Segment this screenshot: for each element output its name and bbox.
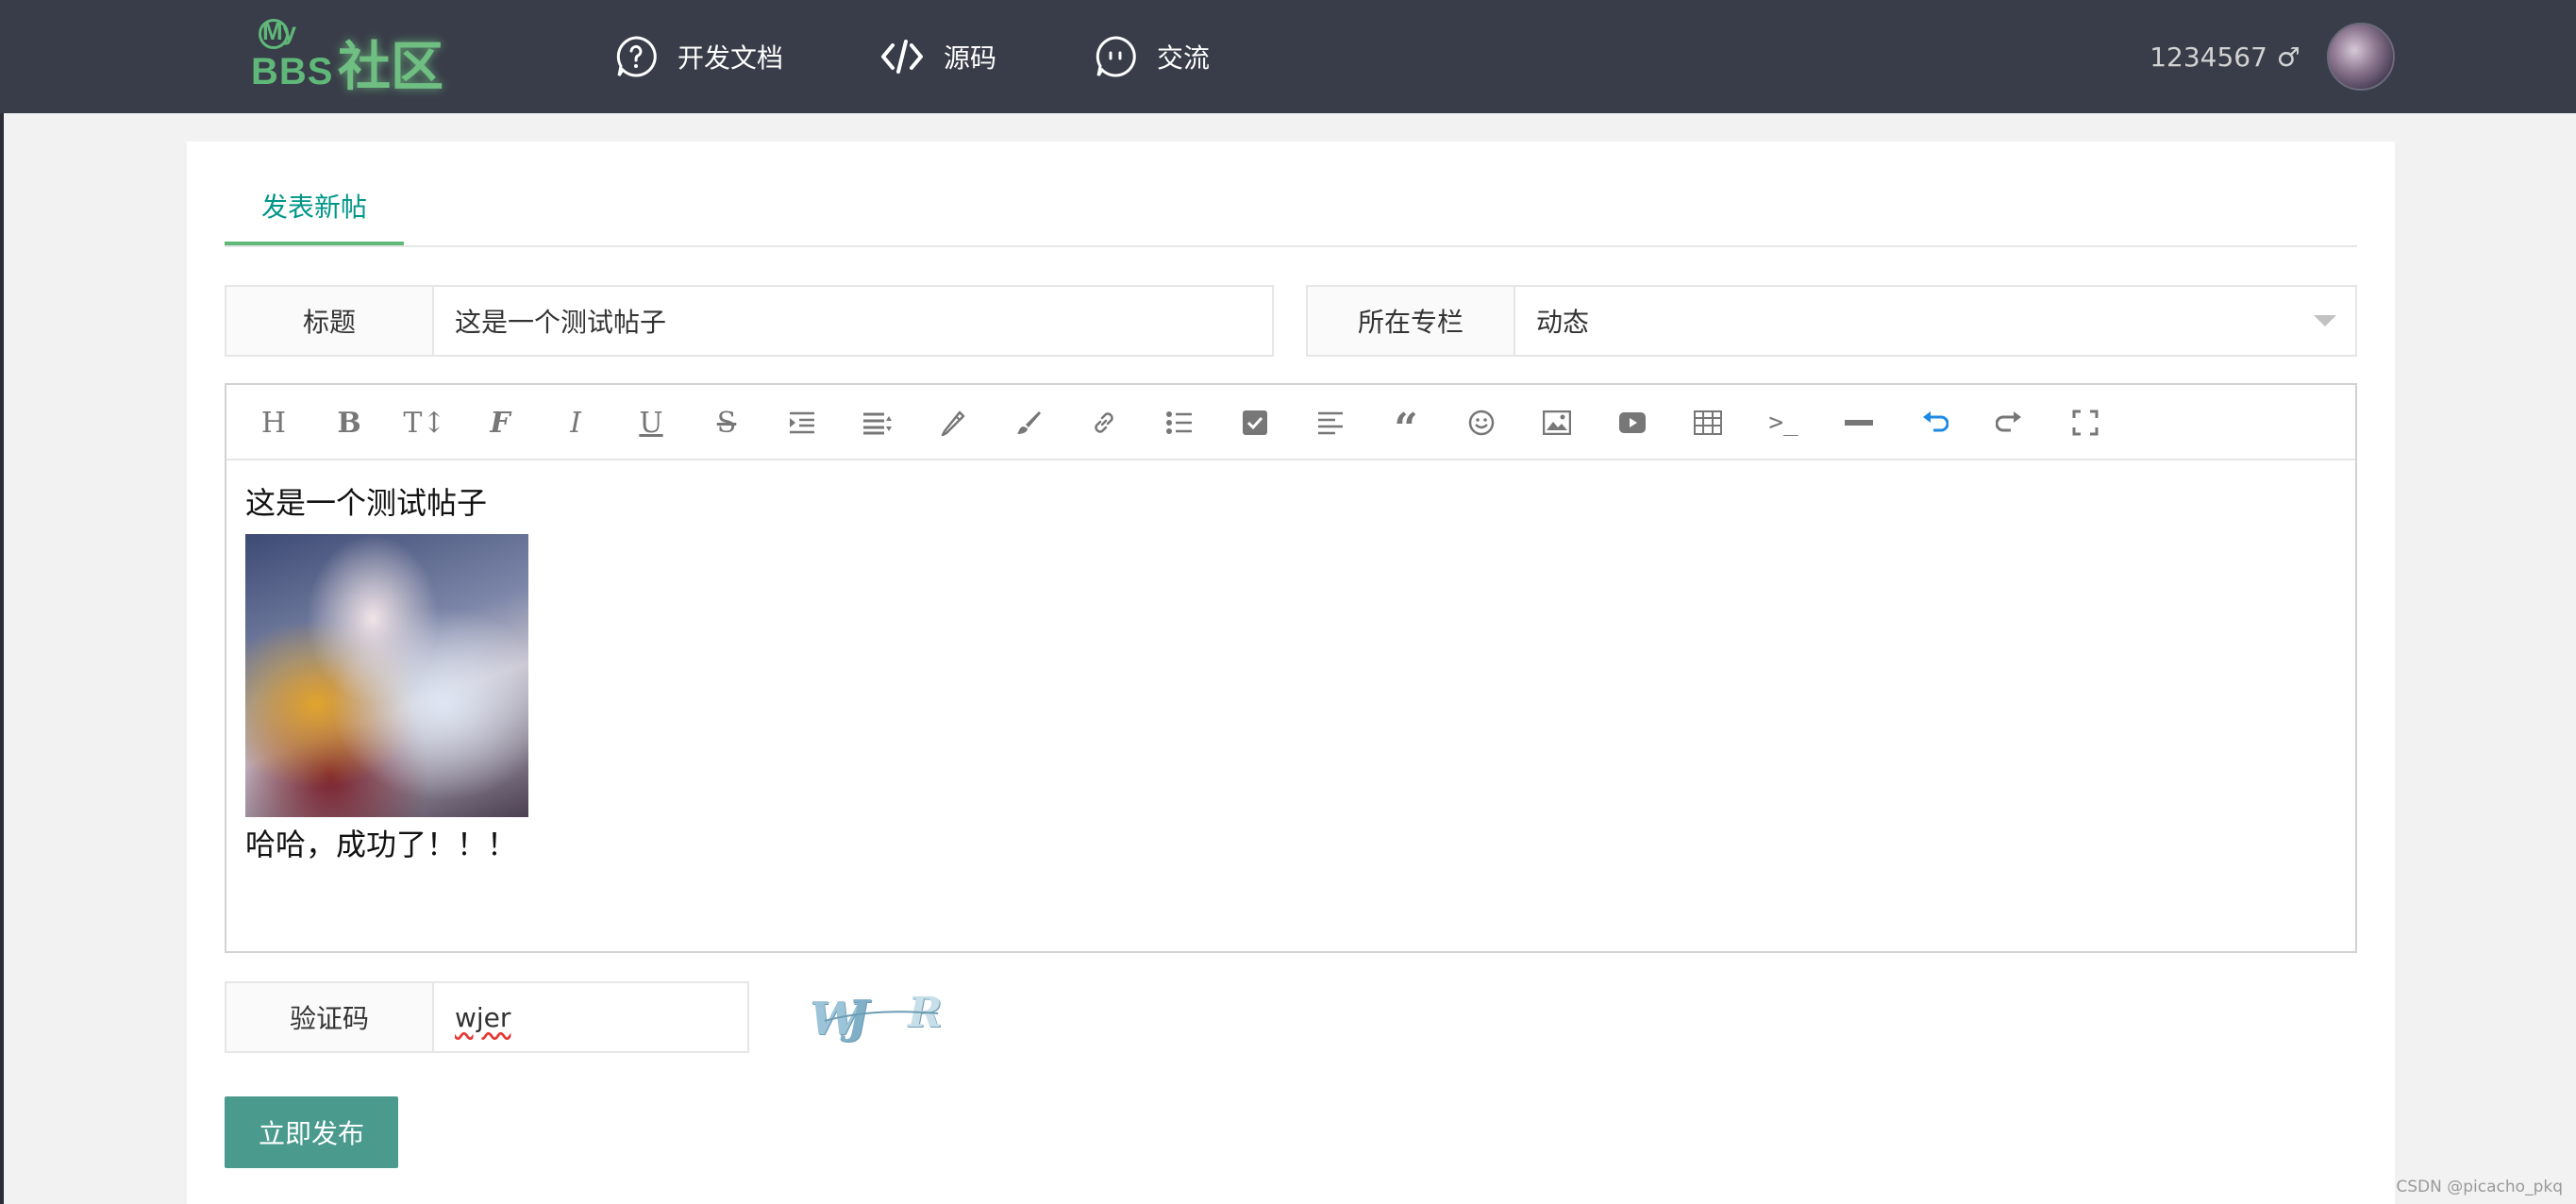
captcha-field: 验证码 wjer: [225, 981, 749, 1053]
content-image: [245, 534, 528, 817]
title-field: 标题 这是一个测试帖子: [225, 285, 1274, 357]
indent-icon[interactable]: [783, 404, 821, 442]
font-family-icon[interactable]: F: [481, 404, 519, 442]
brush-bg-color-icon[interactable]: [1010, 404, 1047, 442]
dropdown-caret-icon: [2314, 315, 2336, 326]
heading-icon[interactable]: H: [255, 404, 293, 442]
logo-my-text: My: [258, 17, 297, 49]
underline-icon[interactable]: U: [632, 404, 670, 442]
bullet-list-icon[interactable]: [1161, 404, 1198, 442]
username[interactable]: 1234567 ♂: [2149, 42, 2300, 73]
top-navbar: My BBS 社区 开发文档 源码 交流 1234567 ♂: [0, 0, 2576, 113]
nav-source[interactable]: 源码: [878, 28, 996, 85]
nav-docs[interactable]: 开发文档: [611, 28, 783, 85]
video-icon[interactable]: [1614, 404, 1651, 442]
captcha-label: 验证码: [226, 983, 434, 1051]
watermark: CSDN @picacho_pkq: [2396, 1178, 2563, 1196]
code-block-icon[interactable]: >_: [1765, 404, 1802, 442]
male-gender-icon: ♂: [2276, 41, 2300, 73]
logo-community-text: 社区: [338, 37, 443, 98]
table-icon[interactable]: [1689, 404, 1727, 442]
line-height-icon[interactable]: [859, 404, 896, 442]
nav-chat[interactable]: 交流: [1091, 28, 1210, 85]
link-icon[interactable]: [1085, 404, 1123, 442]
username-text: 1234567: [2149, 41, 2267, 73]
pen-color-icon[interactable]: [934, 404, 972, 442]
logo-bbs-text: BBS: [251, 51, 334, 92]
captcha-input[interactable]: wjer: [434, 983, 747, 1051]
rich-text-editor: H B T↕ F I U S “ >_ 这是一个测试帖子 哈哈，成功了！！！: [225, 383, 2357, 953]
image-icon[interactable]: [1538, 404, 1576, 442]
nav-chat-label: 交流: [1157, 42, 1211, 74]
title-input[interactable]: 这是一个测试帖子: [434, 287, 1272, 355]
nav-source-label: 源码: [944, 42, 997, 74]
undo-icon[interactable]: [1915, 404, 1953, 442]
captcha-image[interactable]: W J R: [806, 989, 945, 1049]
user-menu[interactable]: 1234567 ♂: [2149, 23, 2395, 91]
publish-button[interactable]: 立即发布: [225, 1096, 398, 1168]
tab-bar: 发表新帖: [225, 181, 2357, 247]
window-edge: [0, 0, 4, 1204]
avatar[interactable]: [2327, 23, 2395, 91]
divider-icon[interactable]: [1840, 404, 1878, 442]
column-select[interactable]: 动态: [1515, 287, 2355, 355]
quote-icon[interactable]: “: [1387, 404, 1425, 450]
column-field: 所在专栏 动态: [1306, 285, 2357, 357]
font-size-icon[interactable]: T↕: [403, 404, 445, 442]
editor-toolbar: H B T↕ F I U S “ >_: [226, 385, 2355, 460]
nav-docs-label: 开发文档: [677, 42, 784, 74]
content-paragraph: 哈哈，成功了！！！: [245, 827, 518, 862]
emoji-icon[interactable]: [1463, 404, 1500, 442]
code-icon: [878, 32, 927, 81]
captcha-noise-line: [824, 1011, 939, 1022]
title-label: 标题: [226, 287, 434, 355]
strikethrough-icon[interactable]: S: [708, 404, 745, 442]
column-label: 所在专栏: [1308, 287, 1515, 355]
fullscreen-icon[interactable]: [2066, 404, 2104, 442]
italic-icon[interactable]: I: [557, 404, 594, 442]
site-logo[interactable]: My BBS 社区: [247, 13, 445, 98]
question-bubble-icon: [611, 32, 661, 81]
column-select-value: 动态: [1536, 307, 1590, 338]
bold-icon[interactable]: B: [330, 404, 368, 442]
align-left-icon[interactable]: [1312, 404, 1349, 442]
chat-face-icon: [1091, 32, 1140, 81]
checkbox-icon[interactable]: [1236, 404, 1274, 442]
redo-icon[interactable]: [1991, 404, 2029, 442]
tab-new-post[interactable]: 发表新帖: [225, 181, 404, 245]
content-paragraph: 这是一个测试帖子: [245, 485, 488, 521]
post-form-panel: 发表新帖 标题 这是一个测试帖子 所在专栏 动态 H B T↕ F I U S: [187, 142, 2395, 1204]
